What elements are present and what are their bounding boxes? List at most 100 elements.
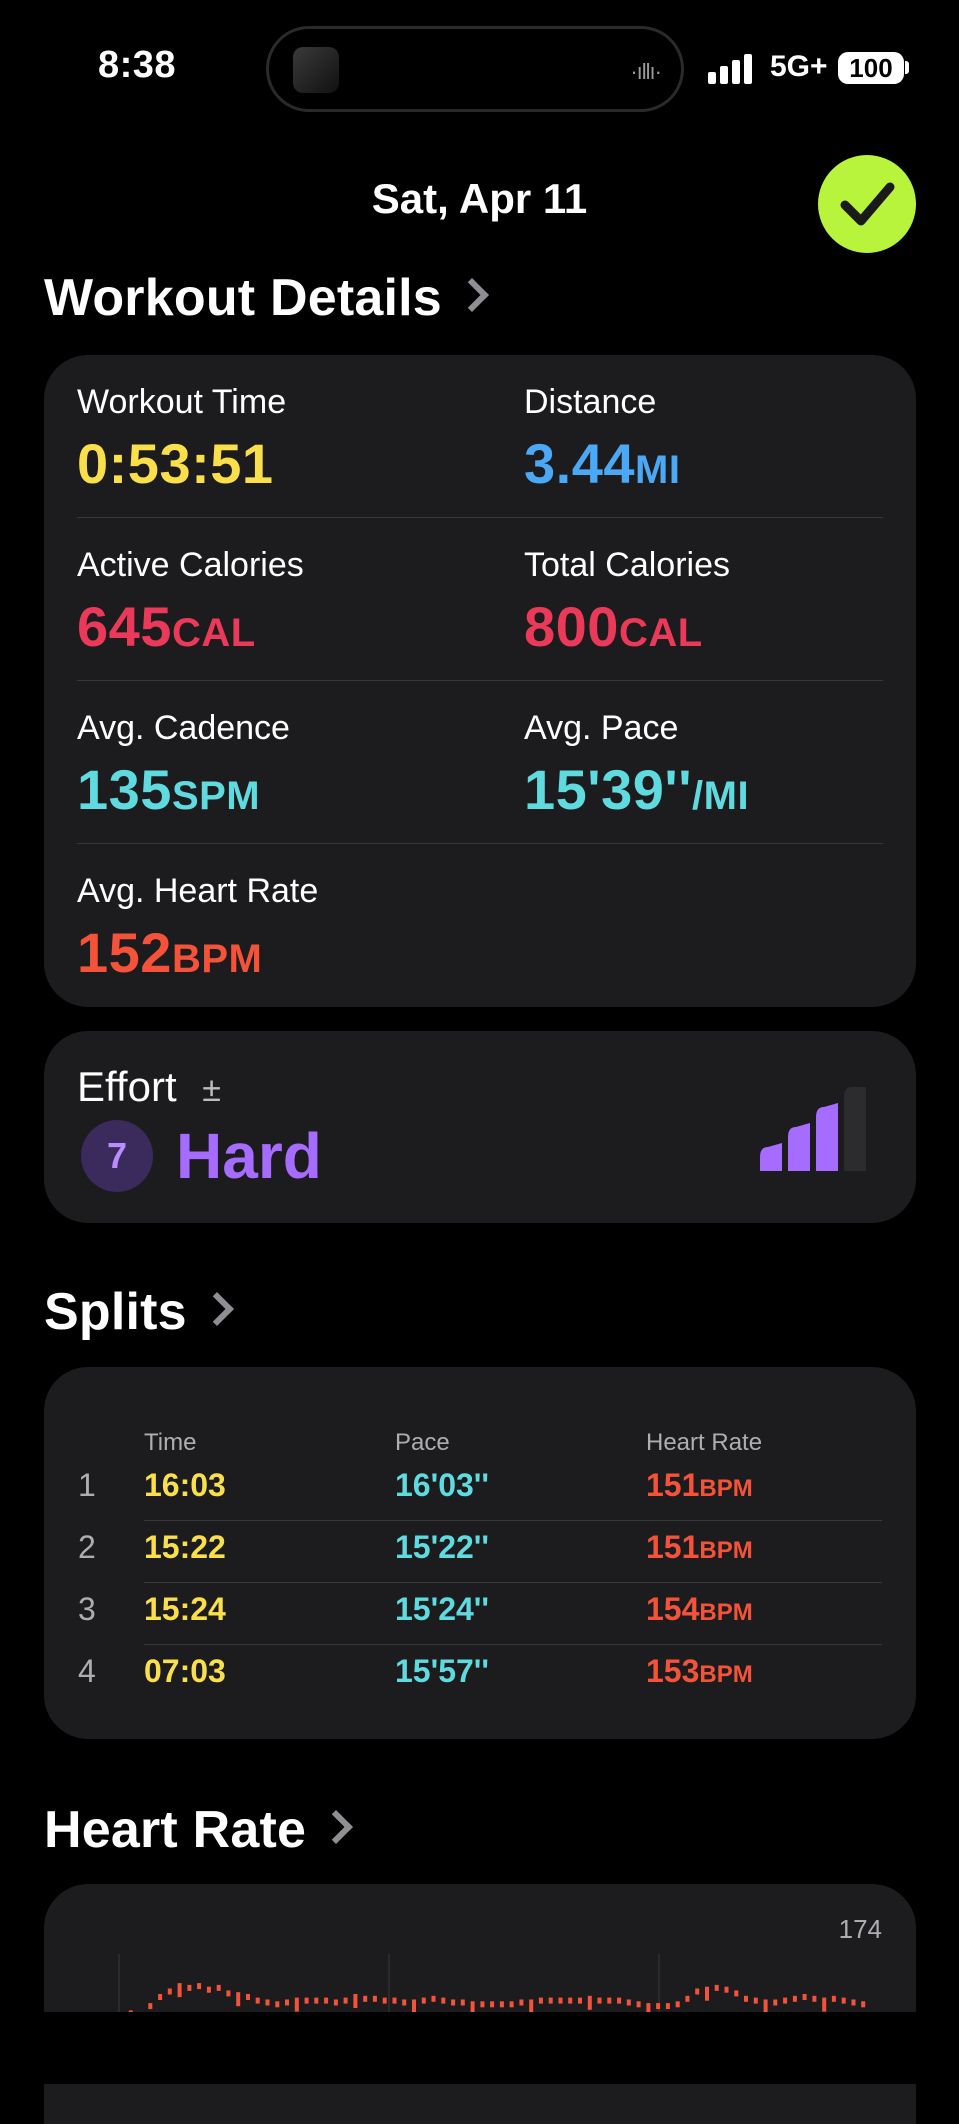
hr-sample [499, 2001, 504, 2008]
effort-card[interactable]: Effort ± 7 Hard [44, 1031, 916, 1223]
hr-sample [451, 1999, 456, 2006]
hr-sample [636, 2001, 641, 2008]
hr-sample [509, 2001, 514, 2008]
hr-sample [626, 1999, 631, 2006]
unit: BPM [699, 1537, 753, 1564]
cellular-signal-icon [708, 54, 752, 84]
split-time: 15:22 [144, 1529, 226, 1565]
heart-rate-header[interactable]: Heart Rate [44, 1800, 354, 1860]
unit: BPM [699, 1661, 753, 1688]
adjust-icon[interactable]: ± [202, 1071, 221, 1109]
workout-details-card[interactable]: Workout Time 0:53:51 Distance 3.44MI Act… [44, 355, 916, 1007]
splits-col-pace: Pace [395, 1429, 450, 1456]
split-heart-rate: 151BPM [646, 1467, 753, 1503]
hr-sample [246, 1994, 250, 2000]
split-index: 3 [78, 1591, 96, 1627]
split-pace: 15'22'' [395, 1529, 490, 1565]
hr-sample [753, 1997, 758, 2004]
now-playing-artwork [293, 47, 339, 93]
hr-sample [392, 1997, 397, 2004]
hr-sample [275, 2001, 280, 2008]
splits-col-heart-rate: Heart Rate [646, 1429, 763, 1456]
page-title: Sat, Apr 11 [371, 175, 588, 222]
effort-bar [844, 1087, 866, 1171]
hr-sample [363, 1995, 368, 2002]
hr-sample [304, 1997, 309, 2004]
unit: SPM [171, 774, 261, 818]
effort-bar [788, 1123, 810, 1171]
hr-sample [206, 1986, 211, 1993]
hr-sample [792, 1995, 797, 2002]
effort-label: Effort ± [77, 1063, 221, 1110]
hr-sample [255, 1997, 260, 2004]
hr-sample [656, 2003, 661, 2010]
total-calories-value: 800CAL [524, 595, 703, 658]
hr-sample [548, 1997, 553, 2004]
hr-sample [734, 1990, 739, 1997]
hr-sample [851, 1999, 856, 2006]
hr-sample [665, 2003, 670, 2010]
hr-sample [607, 1997, 612, 2004]
hr-max-label: 174 [838, 1914, 882, 1944]
splits-card[interactable]: Time Pace Heart Rate 1 16:03 16'03'' 151… [44, 1367, 916, 1739]
hr-sample [167, 1988, 172, 1995]
divider [144, 1520, 882, 1521]
split-pace: 15'57'' [395, 1653, 490, 1689]
hr-sample [216, 1984, 221, 1991]
hr-sample [568, 1997, 573, 2004]
hr-sample [587, 1995, 592, 2010]
dynamic-island[interactable]: ·ıllı· [266, 26, 684, 112]
hr-sample [744, 1995, 748, 2002]
hr-sample [773, 1999, 778, 2006]
audio-waveform-icon: ·ıllı· [630, 59, 662, 84]
hr-sample [714, 1984, 719, 1991]
unit: BPM [699, 1475, 753, 1502]
split-index: 2 [78, 1529, 96, 1565]
split-time: 07:03 [144, 1653, 226, 1689]
workout-details-header[interactable]: Workout Details [44, 268, 489, 328]
hr-sample [372, 1995, 377, 2002]
metric-label: Avg. Pace [524, 709, 679, 747]
hr-sample [802, 1994, 807, 2000]
split-heart-rate: 151BPM [646, 1529, 753, 1565]
hr-sample [294, 1997, 299, 2012]
splits-header[interactable]: Splits [44, 1282, 234, 1342]
metric-label: Avg. Heart Rate [77, 872, 319, 910]
unit: BPM [699, 1599, 753, 1626]
screen-crop [0, 2012, 959, 2084]
split-index: 4 [78, 1653, 96, 1689]
hr-sample [236, 1992, 241, 2007]
split-time: 16:03 [144, 1467, 226, 1503]
hr-sample [812, 1995, 817, 2002]
status-time: 8:38 [98, 44, 177, 86]
hr-sample [158, 1994, 163, 2000]
hr-sample [314, 1997, 319, 2004]
hr-sample [382, 1997, 387, 2004]
hr-sample [402, 1999, 407, 2006]
hr-sample [597, 1997, 602, 2004]
hr-sample [695, 1988, 700, 1995]
distance-value: 3.44MI [524, 432, 681, 495]
battery-icon: 100 [838, 52, 904, 84]
avg-pace-value: 15'39''/MI [524, 758, 750, 821]
metric-label: Distance [524, 383, 657, 421]
workout-time-value: 0:53:51 [77, 432, 274, 495]
effort-level-text: Hard [176, 1120, 322, 1192]
hr-sample [431, 1995, 436, 2002]
hr-sample [285, 1999, 289, 2006]
split-time: 15:24 [144, 1591, 226, 1627]
hr-sample [353, 1994, 358, 2008]
hr-sample [822, 1997, 827, 2012]
split-pace: 15'24'' [395, 1591, 490, 1627]
divider [77, 680, 883, 681]
unit: BPM [171, 937, 263, 981]
hr-sample [617, 1997, 622, 2004]
chevron-right-icon [319, 1810, 354, 1844]
effort-score-badge: 7 [81, 1120, 153, 1192]
avg-cadence-value: 135SPM [77, 758, 261, 821]
heart-rate-card[interactable]: 174 [44, 1884, 916, 2124]
active-calories-value: 645CAL [77, 595, 256, 658]
metric-label: Total Calories [524, 546, 730, 584]
hr-sample [187, 1984, 192, 1991]
done-button[interactable] [818, 155, 916, 253]
